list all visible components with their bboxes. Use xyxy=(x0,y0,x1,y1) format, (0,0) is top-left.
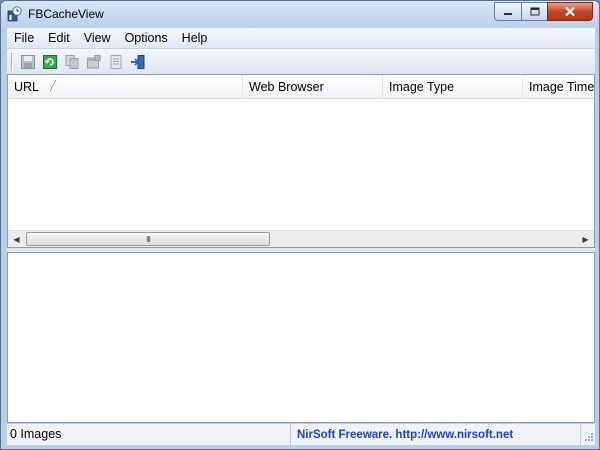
scrollbar-grip: III xyxy=(146,234,151,244)
column-header-label: Image Time xyxy=(529,80,595,94)
menu-file[interactable]: File xyxy=(7,28,41,48)
copy-button[interactable] xyxy=(61,51,83,73)
status-credit[interactable]: NirSoft Freeware. http://www.nirsoft.net xyxy=(291,424,581,445)
column-header-web-browser[interactable]: Web Browser xyxy=(243,75,383,99)
cache-list[interactable]: URL ╱ Web Browser Image Type Image Time … xyxy=(7,74,595,248)
properties-button[interactable] xyxy=(83,51,105,73)
nirsoft-link[interactable]: NirSoft Freeware. http://www.nirsoft.net xyxy=(297,429,513,441)
properties-icon xyxy=(87,54,101,68)
menu-edit[interactable]: Edit xyxy=(41,28,77,48)
save-button[interactable] xyxy=(17,51,39,73)
save-icon xyxy=(21,54,35,69)
copy-icon xyxy=(65,54,79,69)
title-bar[interactable]: FBCacheView xyxy=(1,1,599,28)
scroll-left-icon: ◀ xyxy=(13,234,20,244)
column-header-label: URL xyxy=(14,80,40,94)
column-header-label: Web Browser xyxy=(249,80,324,94)
sort-indicator-icon: ╱ xyxy=(50,81,57,92)
window-controls xyxy=(494,2,593,21)
column-header-label: Image Type xyxy=(389,80,455,94)
refresh-button[interactable] xyxy=(39,51,61,73)
scroll-left-button[interactable]: ◀ xyxy=(8,231,25,247)
app-window: FBCacheView File Edit View Options Help xyxy=(0,0,600,450)
status-count: 0 Images xyxy=(7,424,291,445)
horizontal-scrollbar[interactable]: ◀ III ▶ xyxy=(8,230,594,247)
report-icon xyxy=(110,54,122,69)
exit-icon xyxy=(131,54,145,69)
exit-button[interactable] xyxy=(127,51,149,73)
menu-options[interactable]: Options xyxy=(118,28,175,48)
close-button[interactable] xyxy=(547,2,593,21)
refresh-icon xyxy=(43,54,57,69)
resize-grip-icon[interactable] xyxy=(582,432,594,444)
report-button[interactable] xyxy=(105,51,127,73)
maximize-icon xyxy=(530,7,539,15)
status-count-text: 0 Images xyxy=(10,427,62,441)
menu-view[interactable]: View xyxy=(77,28,118,48)
image-preview-pane[interactable] xyxy=(7,252,595,423)
minimize-icon xyxy=(504,12,512,15)
toolbar-grip xyxy=(11,52,13,71)
column-header-image-type[interactable]: Image Type xyxy=(383,75,523,99)
maximize-button[interactable] xyxy=(521,2,547,21)
column-header-url[interactable]: URL ╱ xyxy=(8,75,243,99)
toolbar xyxy=(7,48,595,74)
scroll-right-icon: ▶ xyxy=(582,234,589,244)
scrollbar-thumb[interactable]: III xyxy=(26,232,270,246)
close-icon xyxy=(565,6,575,17)
window-title: FBCacheView xyxy=(28,7,104,21)
scroll-right-button[interactable]: ▶ xyxy=(577,231,594,247)
status-bar: 0 Images NirSoft Freeware. http://www.ni… xyxy=(7,423,595,445)
fbcacheview-app-icon[interactable] xyxy=(7,6,23,22)
column-header-image-time[interactable]: Image Time xyxy=(523,75,595,99)
menu-help[interactable]: Help xyxy=(175,28,215,48)
minimize-button[interactable] xyxy=(494,2,521,21)
list-header: URL ╱ Web Browser Image Type Image Time xyxy=(8,75,595,99)
menu-bar: File Edit View Options Help xyxy=(7,28,595,48)
